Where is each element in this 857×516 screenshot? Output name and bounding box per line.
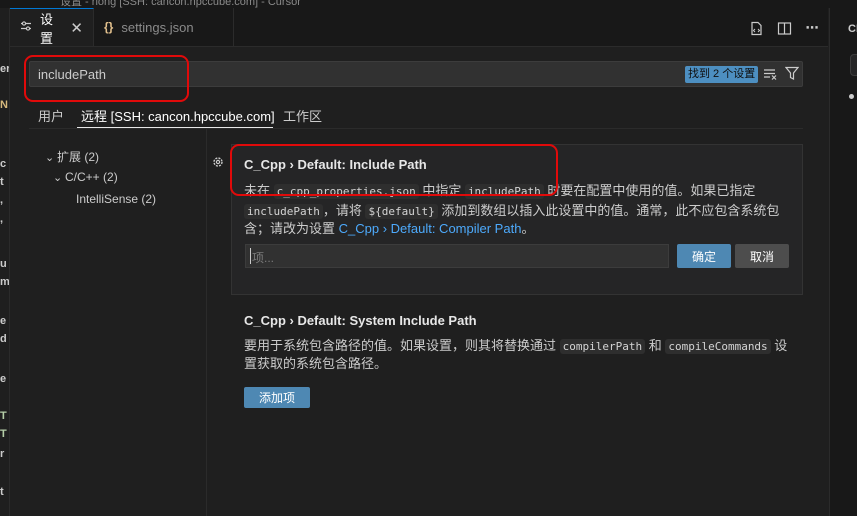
chevron-down-icon: ⌄ bbox=[45, 152, 55, 164]
json-braces-icon: {} bbox=[104, 20, 114, 34]
close-icon[interactable]: ✕ bbox=[70, 19, 83, 37]
ok-button[interactable]: 确定 bbox=[677, 244, 731, 268]
chevron-down-icon: ⌄ bbox=[53, 172, 63, 184]
editor-tab-bar: 设置 ✕ {} settings.json ⋯ bbox=[10, 8, 828, 47]
desc-text: 和 bbox=[645, 338, 666, 353]
peek-text: e bbox=[0, 315, 7, 327]
setting-description-line: 置获取的系统包含路径。 bbox=[244, 353, 387, 372]
peek-text: m bbox=[0, 276, 9, 288]
code-snippet: ${default} bbox=[365, 204, 438, 219]
toc-count: (2) bbox=[141, 192, 157, 206]
tab-label: 设置 bbox=[40, 11, 54, 46]
search-result-count-badge: 找到 2 个设置 bbox=[685, 66, 759, 83]
setting-description-line: includePath ，请将 ${default} 添加到数组以插入此设置中的值… bbox=[244, 200, 779, 219]
peek-text: , bbox=[0, 213, 4, 225]
toc-label: IntelliSense bbox=[76, 192, 139, 206]
tab-settings[interactable]: 设置 ✕ bbox=[10, 8, 94, 46]
toc-count: (2) bbox=[103, 170, 118, 184]
bullet-icon bbox=[849, 94, 854, 99]
scope-tab-workspace[interactable]: 工作区 bbox=[283, 106, 322, 125]
toc-item-extensions[interactable]: ⌄ 扩展 (2) bbox=[45, 148, 99, 165]
peek-text: c bbox=[0, 158, 7, 170]
filter-icon[interactable] bbox=[784, 66, 800, 84]
divider bbox=[29, 128, 803, 129]
tab-settings-json[interactable]: {} settings.json bbox=[94, 8, 234, 46]
annotation-highlight bbox=[230, 144, 558, 196]
desc-text: 设 bbox=[770, 338, 788, 353]
peek-text: u bbox=[0, 258, 7, 270]
left-editor-peek: er N c t , , u m e d e T T r t bbox=[0, 8, 10, 516]
peek-text: er bbox=[0, 63, 9, 75]
peek-text: t bbox=[0, 176, 4, 188]
toc-label: C/C++ bbox=[65, 170, 100, 184]
desc-text: 要用于系统包含路径的值。如果设置，则其将替换通过 bbox=[244, 338, 560, 353]
desc-text: 。 bbox=[521, 221, 535, 236]
split-editor-icon[interactable] bbox=[776, 20, 792, 36]
right-side-panel: CH bbox=[829, 8, 857, 516]
cancel-button[interactable]: 取消 bbox=[735, 244, 789, 268]
peek-text: r bbox=[0, 448, 5, 460]
setting-title: C_Cpp › Default: System Include Path bbox=[244, 313, 477, 328]
gear-icon[interactable] bbox=[211, 155, 225, 172]
desc-text: 置获取的系统包含路径。 bbox=[244, 356, 388, 371]
peek-text: N bbox=[0, 99, 8, 111]
setting-name: System Include Path bbox=[349, 313, 477, 328]
include-path-item-input[interactable]: 项... bbox=[245, 244, 669, 268]
peek-text: d bbox=[0, 333, 7, 345]
clear-filter-icon[interactable] bbox=[763, 67, 778, 84]
toc-item-intellisense[interactable]: IntelliSense (2) bbox=[76, 192, 156, 206]
code-snippet: compilerPath bbox=[559, 339, 646, 354]
toc-label: 扩展 bbox=[57, 150, 82, 164]
peek-text: t bbox=[0, 486, 4, 498]
settings-sliders-icon bbox=[20, 20, 32, 35]
code-snippet: compileCommands bbox=[665, 339, 771, 354]
open-json-icon[interactable] bbox=[748, 20, 764, 36]
setting-description-line: 含；请改为设置 C_Cpp › Default: Compiler Path。 bbox=[244, 218, 534, 237]
desc-text: 含；请改为设置 bbox=[244, 221, 339, 236]
panel-input-box[interactable] bbox=[850, 54, 857, 76]
toc-count: (2) bbox=[84, 150, 100, 164]
desc-text: ，请将 bbox=[322, 203, 366, 218]
scope-tab-user[interactable]: 用户 bbox=[38, 106, 64, 125]
tab-label: settings.json bbox=[121, 19, 194, 35]
divider bbox=[206, 129, 207, 516]
text-cursor bbox=[250, 248, 251, 264]
annotation-highlight bbox=[24, 55, 189, 102]
toc-item-cpp[interactable]: ⌄ C/C++ (2) bbox=[53, 170, 118, 184]
setting-category: C_Cpp › Default: bbox=[244, 313, 350, 328]
scope-tab-remote[interactable]: 远程 [SSH: cancon.hpccube.com] bbox=[81, 106, 275, 125]
input-placeholder: 项... bbox=[252, 251, 275, 265]
peek-text: e bbox=[0, 373, 7, 385]
panel-title: CH bbox=[848, 23, 857, 35]
compiler-path-link[interactable]: C_Cpp › Default: Compiler Path bbox=[339, 221, 522, 236]
peek-text: , bbox=[0, 194, 4, 206]
window-title-strip: 设置 - rlong [SSH: cancon.hpccube.com] - C… bbox=[0, 0, 857, 8]
setting-description-line: 要用于系统包含路径的值。如果设置，则其将替换通过 compilerPath 和 … bbox=[244, 335, 787, 354]
peek-text: T bbox=[0, 410, 7, 422]
window-title: 设置 - rlong [SSH: cancon.hpccube.com] - C… bbox=[60, 0, 301, 8]
desc-text: 添加到数组以插入此设置中的值。通常，此不应包含系统包 bbox=[437, 203, 780, 218]
add-item-button[interactable]: 添加项 bbox=[244, 387, 310, 408]
peek-text: T bbox=[0, 428, 7, 440]
desc-text: 时要在配置中使用的值。如果已指定 bbox=[543, 183, 756, 198]
code-snippet: includePath bbox=[244, 204, 323, 219]
more-actions-icon[interactable]: ⋯ bbox=[804, 20, 820, 36]
